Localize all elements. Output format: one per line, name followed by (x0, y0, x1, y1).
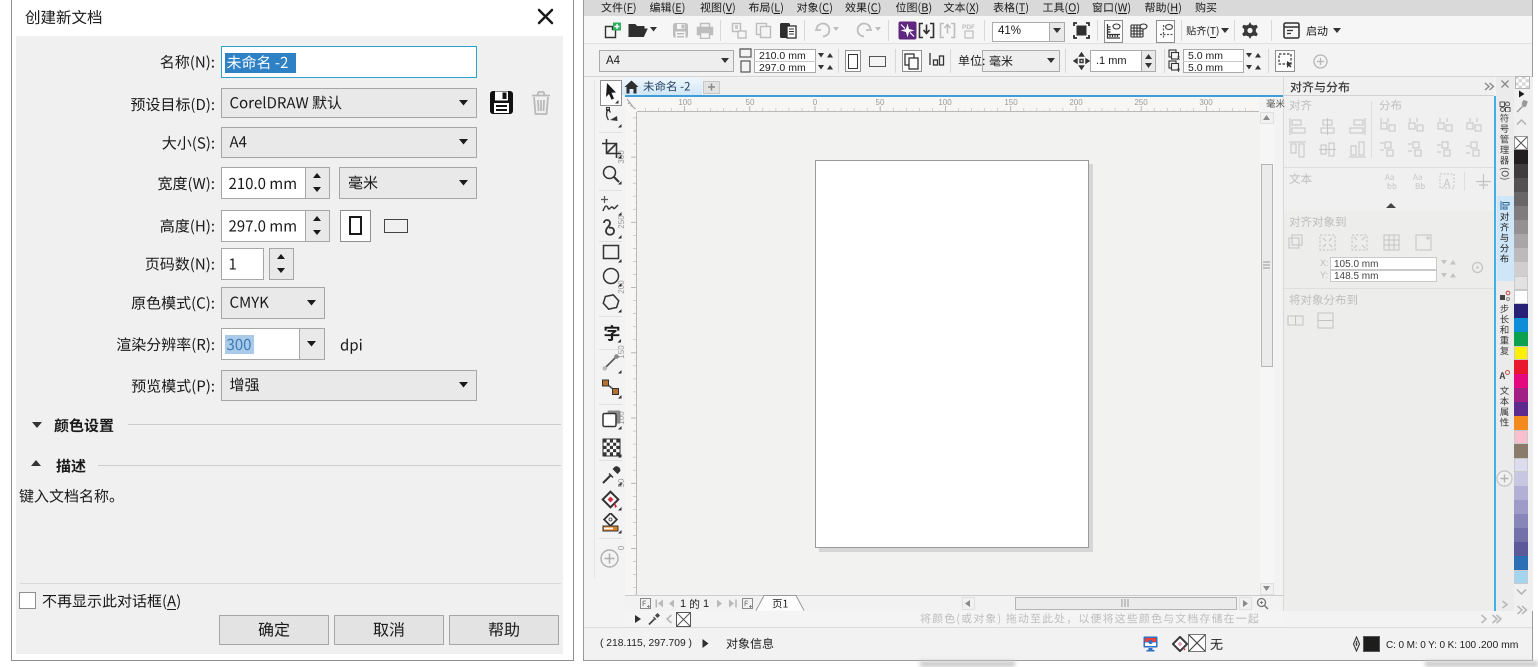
svg-text:y: y (1177, 68, 1180, 72)
svg-text:PDF: PDF (962, 24, 975, 31)
